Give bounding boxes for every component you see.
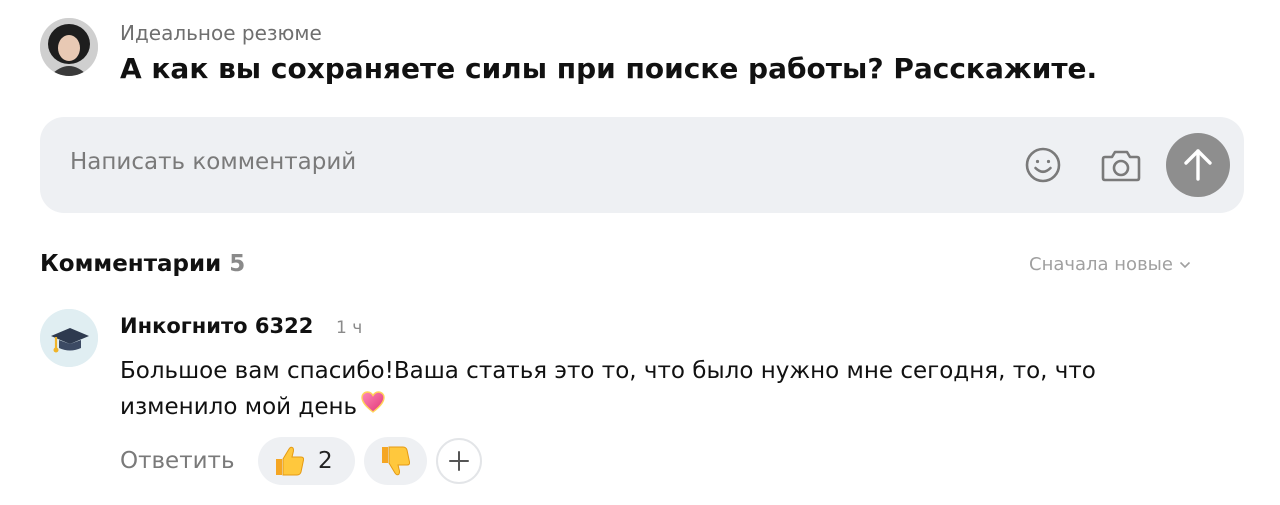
commenter-avatar[interactable] [40,309,98,367]
post-question: А как вы сохраняете силы при поиске рабо… [120,52,1098,85]
dislike-button[interactable] [364,437,427,485]
comment-text-block: Большое вам спасибо!Ваша статья это то, … [120,353,1220,426]
comment-item: Инкогнито 6322 1 ч Большое вам спасибо!В… [40,308,1240,498]
like-count: 2 [318,448,333,474]
comment-composer[interactable]: Написать комментарий [40,117,1244,213]
author-name[interactable]: Идеальное резюме [120,21,322,45]
graduation-cap-icon [40,309,98,367]
sort-dropdown[interactable]: Сначала новые [1029,254,1191,275]
thumbs-down-icon [382,446,411,476]
like-button[interactable]: 2 [258,437,355,485]
plus-icon [449,451,469,471]
arrow-up-icon [1184,149,1212,181]
sort-label: Сначала новые [1029,254,1173,275]
smile-icon[interactable] [1023,145,1063,185]
comment-author[interactable]: Инкогнито 6322 [120,314,313,338]
reply-button[interactable]: Ответить [120,448,235,474]
comments-header: Комментарии 5 [40,251,245,277]
send-button[interactable] [1166,133,1230,197]
comment-text: Большое вам спасибо!Ваша статья это то, … [120,358,1096,420]
author-avatar[interactable] [40,18,98,76]
comments-title: Комментарии [40,251,222,277]
comments-count: 5 [229,251,246,277]
chevron-down-icon [1179,261,1191,269]
add-reaction-button[interactable] [436,438,482,484]
comment-time: 1 ч [336,318,363,338]
camera-icon[interactable] [1099,145,1143,185]
post-header: Идеальное резюме А как вы сохраняете сил… [40,16,1240,96]
heart-icon [360,389,386,426]
thumbs-up-icon [276,446,305,476]
comment-input-placeholder[interactable]: Написать комментарий [70,149,356,175]
